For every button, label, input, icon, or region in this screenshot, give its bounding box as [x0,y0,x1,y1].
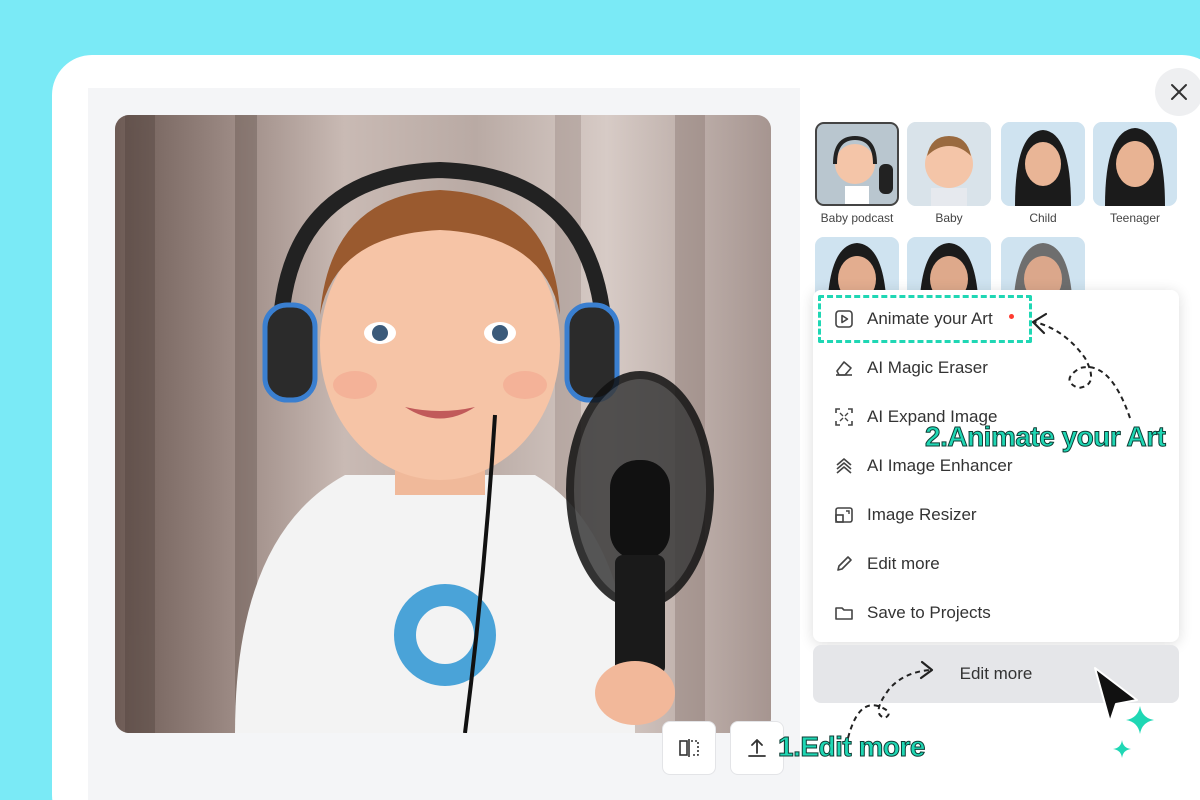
folder-icon [833,602,855,624]
child-thumb-image [1001,122,1085,206]
resize-icon [833,504,855,526]
pencil-icon [833,553,855,575]
thumb-label-teenager: Teenager [1109,211,1161,225]
compare-button[interactable] [662,721,716,775]
menu-item-label: Image Resizer [867,505,977,524]
highlight-animate-your-art [818,295,1032,343]
menu-item-label: AI Image Enhancer [867,456,1013,475]
enhance-icon [833,455,855,477]
thumb-label-child: Child [1029,211,1057,225]
thumb-baby[interactable] [907,122,991,206]
menu-item-label: AI Magic Eraser [867,358,988,377]
thumb-teenager[interactable] [1093,122,1177,206]
menu-item-ai-image-enhancer[interactable]: AI Image Enhancer [833,448,1153,484]
eraser-icon [833,357,855,379]
menu-item-label: Save to Projects [867,603,991,622]
menu-item-edit-more[interactable]: Edit more [833,546,1153,582]
teenager-thumb-image [1093,122,1177,206]
thumb-child[interactable] [1001,122,1085,206]
menu-item-image-resizer[interactable]: Image Resizer [833,497,1153,533]
thumb-label-baby-podcast: Baby podcast [820,211,894,225]
close-icon [1171,84,1187,100]
edit-more-button[interactable]: Edit more [813,645,1179,703]
upload-button[interactable] [730,721,784,775]
menu-item-save-to-projects[interactable]: Save to Projects [833,595,1153,631]
baby-thumb-image [907,122,991,206]
baby-podcast-illustration [125,115,714,733]
thumb-label-baby: Baby [935,211,963,225]
thumb-baby-podcast[interactable] [815,122,899,206]
compare-icon [679,739,699,757]
expand-icon [833,406,855,428]
generated-image[interactable] [115,115,771,733]
close-button[interactable] [1155,68,1200,116]
baby-podcast-thumb-image [817,124,897,204]
menu-item-ai-magic-eraser[interactable]: AI Magic Eraser [833,350,1153,386]
step1-annotation: 1.Edit more [778,731,926,763]
upload-icon [748,739,766,757]
menu-item-label: Edit more [867,554,940,573]
step2-annotation: 2.Animate your Art [924,421,1166,453]
